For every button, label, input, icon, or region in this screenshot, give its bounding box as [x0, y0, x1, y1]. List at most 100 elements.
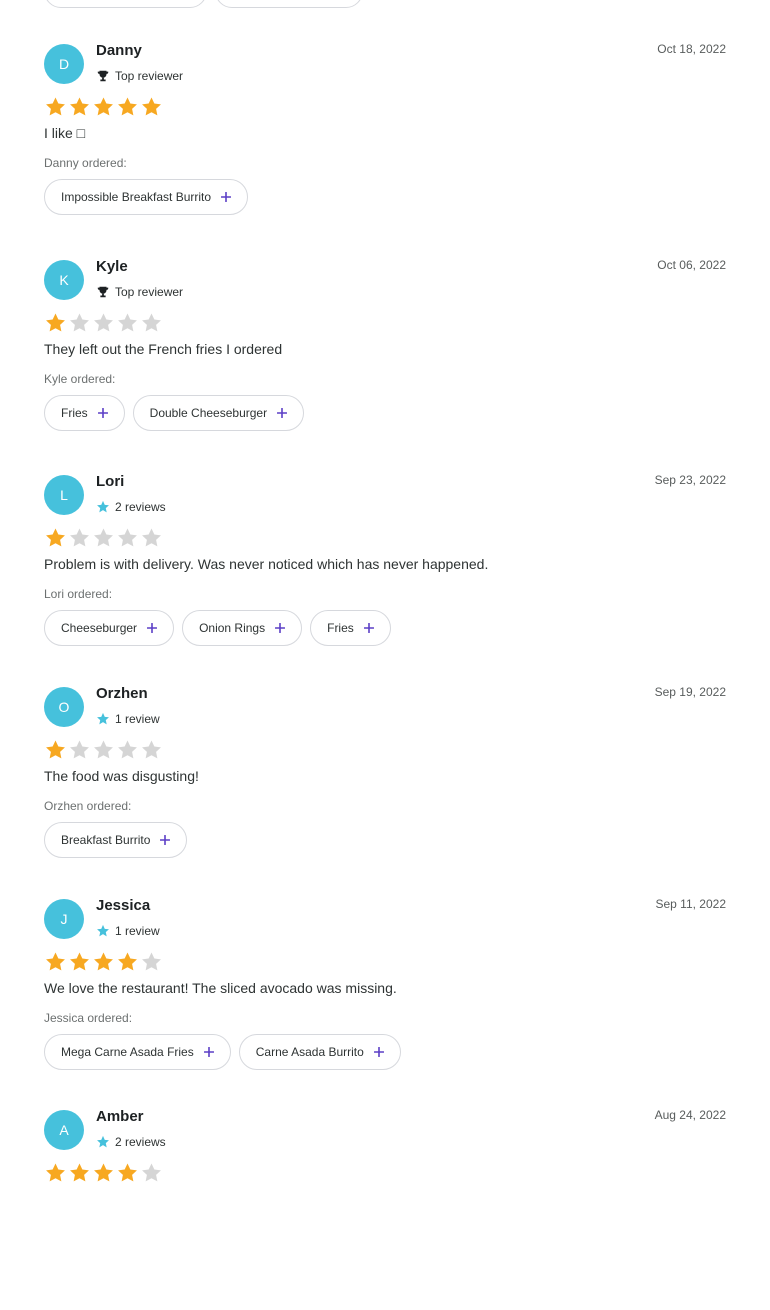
review-card: D Danny Top reviewer Oct 18, 2022 I like □ Da… — [44, 42, 726, 244]
ordered-label: Danny ordered: — [44, 156, 127, 170]
ordered-item-pill[interactable]: Fries — [310, 610, 391, 646]
star-filled-icon — [94, 1163, 113, 1182]
review-text: The food was disgusting! — [44, 768, 199, 784]
review-text: Problem is with delivery. Was never noti… — [44, 556, 489, 572]
star-filled-icon — [46, 952, 65, 971]
reviewer-badge: 2 reviews — [96, 500, 166, 514]
review-text: I like □ — [44, 125, 86, 141]
review-card: A Amber 2 reviews Aug 24, 2022 — [44, 1108, 726, 1310]
reviewer-name: Orzhen — [96, 685, 148, 702]
avatar: J — [44, 899, 84, 939]
ordered-label: Lori ordered: — [44, 587, 113, 601]
ordered-item-pill[interactable]: Onion Rings — [182, 610, 303, 646]
ordered-label: Kyle ordered: — [44, 372, 116, 386]
reviewer-badge: Top reviewer — [96, 69, 183, 83]
ordered-item-pill[interactable]: Impossible Breakfast Burrito — [44, 179, 249, 215]
ordered-item-label: Mega Carne Asada Fries — [61, 1045, 194, 1059]
previous-review-items-partial — [44, 0, 363, 10]
ordered-items: Mega Carne Asada Fries Carne Asada Burrit… — [44, 1034, 401, 1070]
reviewer-name: Jessica — [96, 897, 151, 914]
plus-icon — [373, 1047, 384, 1057]
review-date: Oct 18, 2022 — [657, 42, 726, 56]
star-rating — [44, 312, 163, 334]
ordered-items: Impossible Breakfast Burrito — [44, 179, 249, 215]
reviewer-badge-label: Top reviewer — [115, 285, 184, 299]
avatar: O — [44, 687, 84, 727]
star-empty-icon — [94, 313, 113, 332]
ordered-item-pill[interactable]: Carne Asada Burrito — [238, 1034, 401, 1070]
reviewer-name: Danny — [96, 42, 142, 59]
review-date: Aug 24, 2022 — [654, 1108, 726, 1122]
reviewer-badge: 1 review — [96, 712, 160, 726]
star-empty-icon — [70, 528, 89, 547]
star-empty-icon — [142, 528, 161, 547]
star-filled-icon — [46, 528, 65, 547]
star-empty-icon — [118, 313, 137, 332]
ordered-item-label: Fries — [327, 621, 354, 635]
star-badge-icon — [97, 1135, 109, 1148]
trophy-icon — [97, 286, 109, 298]
review-date: Sep 11, 2022 — [655, 897, 726, 911]
ordered-item-pill[interactable] — [215, 0, 363, 8]
reviewer-name: Amber — [96, 1108, 144, 1125]
avatar: K — [44, 260, 84, 300]
plus-icon — [147, 623, 158, 633]
star-empty-icon — [70, 313, 89, 332]
plus-icon — [277, 408, 288, 418]
star-filled-icon — [94, 952, 113, 971]
ordered-item-label: Impossible Breakfast Burrito — [61, 190, 212, 204]
ordered-item-label: Fries — [61, 406, 88, 420]
star-empty-icon — [142, 952, 161, 971]
review-date: Sep 19, 2022 — [654, 685, 726, 699]
reviewer-badge: Top reviewer — [96, 285, 183, 299]
trophy-icon — [97, 70, 109, 82]
ordered-item-label: Carne Asada Burrito — [255, 1045, 364, 1059]
review-text: We love the restaurant! The sliced avoca… — [44, 980, 397, 996]
star-filled-icon — [46, 97, 65, 116]
star-filled-icon — [70, 952, 89, 971]
star-empty-icon — [142, 1163, 161, 1182]
star-rating — [44, 951, 163, 973]
star-empty-icon — [70, 740, 89, 759]
star-rating — [44, 96, 163, 118]
plus-icon — [97, 408, 108, 418]
star-filled-icon — [46, 740, 65, 759]
star-rating — [44, 1162, 163, 1184]
avatar: A — [44, 1110, 84, 1150]
ordered-item-pill[interactable]: Cheeseburger — [44, 610, 175, 646]
ordered-item-pill[interactable] — [44, 0, 207, 8]
star-filled-icon — [142, 97, 161, 116]
star-empty-icon — [142, 740, 161, 759]
reviewer-badge-label: Top reviewer — [115, 69, 184, 83]
ordered-item-label: Double Cheeseburger — [149, 406, 268, 420]
review-card: O Orzhen 1 review Sep 19, 2022 The food was … — [44, 685, 726, 887]
star-filled-icon — [118, 952, 137, 971]
star-filled-icon — [118, 1163, 137, 1182]
star-empty-icon — [142, 313, 161, 332]
ordered-item-pill[interactable]: Breakfast Burrito — [44, 822, 188, 858]
star-filled-icon — [70, 1163, 89, 1182]
star-filled-icon — [94, 97, 113, 116]
avatar: D — [44, 44, 84, 84]
star-empty-icon — [118, 528, 137, 547]
star-empty-icon — [94, 740, 113, 759]
ordered-item-pill[interactable]: Mega Carne Asada Fries — [44, 1034, 231, 1070]
ordered-items: Breakfast Burrito — [44, 822, 188, 858]
star-filled-icon — [118, 97, 137, 116]
review-date: Sep 23, 2022 — [654, 473, 726, 487]
plus-icon — [203, 1047, 214, 1057]
reviewer-badge-label: 1 review — [115, 924, 160, 938]
star-rating — [44, 527, 163, 549]
star-empty-icon — [118, 740, 137, 759]
review-date: Oct 06, 2022 — [657, 258, 726, 272]
plus-icon — [275, 623, 286, 633]
ordered-item-label: Breakfast Burrito — [61, 833, 151, 847]
avatar: L — [44, 475, 84, 515]
reviewer-badge-label: 1 review — [115, 712, 160, 726]
ordered-item-pill[interactable]: Fries — [44, 395, 125, 431]
star-badge-icon — [97, 712, 109, 725]
reviewer-badge: 2 reviews — [96, 1135, 166, 1149]
ordered-item-label: Cheeseburger — [61, 621, 138, 635]
reviewer-name: Lori — [96, 473, 125, 490]
ordered-item-pill[interactable]: Double Cheeseburger — [132, 395, 305, 431]
